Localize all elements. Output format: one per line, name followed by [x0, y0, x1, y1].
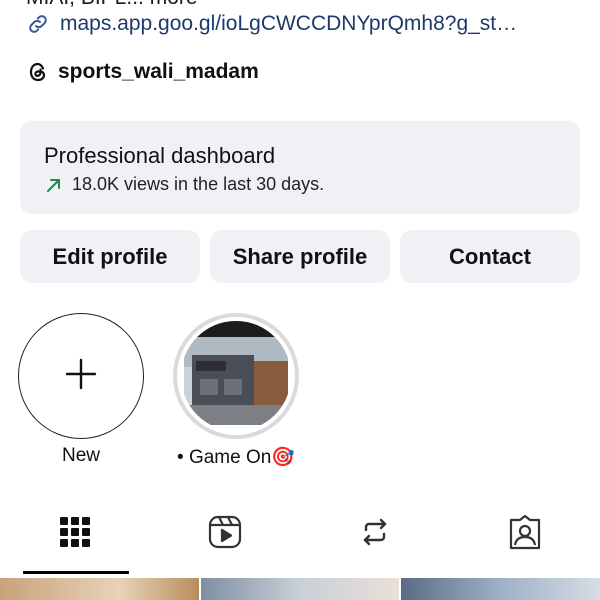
- highlight-label: • Game On🎯: [177, 447, 295, 468]
- threads-icon: [26, 60, 50, 84]
- highlight-label: New: [61, 445, 100, 466]
- plus-icon: [64, 357, 98, 396]
- tab-reels[interactable]: [203, 512, 247, 556]
- grid-icon: [59, 516, 91, 553]
- edit-profile-button[interactable]: Edit profile: [20, 230, 200, 283]
- tagged-icon: [507, 514, 543, 555]
- contact-button[interactable]: Contact: [400, 230, 580, 283]
- post-thumbnail[interactable]: [0, 578, 199, 600]
- dashboard-views-text: 18.0K views in the last 30 days.: [72, 174, 325, 194]
- reels-icon: [207, 514, 243, 555]
- bio-text: MIAI, BIPL... more: [26, 0, 198, 10]
- highlight-cover-image: [181, 321, 291, 431]
- threads-handle: sports_wali_madam: [58, 60, 259, 83]
- link-icon: [26, 12, 50, 36]
- highlight-game-on[interactable]: • Game On🎯: [173, 313, 299, 469]
- highlight-new[interactable]: New: [18, 313, 144, 467]
- bio-clipped-line: MIAI, BIPL... more: [26, 0, 198, 10]
- new-highlight-circle[interactable]: [18, 313, 144, 439]
- threads-badge[interactable]: sports_wali_madam: [26, 60, 259, 84]
- post-thumbnail[interactable]: [401, 578, 600, 600]
- dashboard-title: Professional dashboard: [44, 143, 276, 168]
- trend-up-arrow-icon: [44, 175, 64, 195]
- professional-dashboard-card[interactable]: Professional dashboard 18.0K views in th…: [20, 121, 580, 214]
- bio-link-text: maps.app.goo.gl/ioLgCWCCDNYprQmh8?g_st…: [60, 12, 518, 35]
- tab-reposts[interactable]: [353, 512, 397, 556]
- bio-link[interactable]: maps.app.goo.gl/ioLgCWCCDNYprQmh8?g_st…: [26, 12, 517, 36]
- active-tab-indicator: [23, 571, 129, 574]
- share-profile-button[interactable]: Share profile: [210, 230, 390, 283]
- tab-posts-grid[interactable]: [53, 512, 97, 556]
- dashboard-stats: 18.0K views in the last 30 days.: [44, 174, 324, 195]
- highlight-cover[interactable]: [173, 313, 299, 439]
- tab-tagged[interactable]: [503, 512, 547, 556]
- repost-icon: [358, 515, 392, 554]
- post-thumbnail[interactable]: [201, 578, 399, 600]
